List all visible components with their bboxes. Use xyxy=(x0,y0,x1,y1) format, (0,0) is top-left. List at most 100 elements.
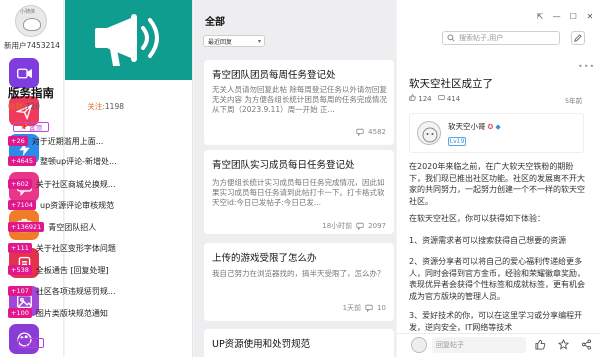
view-icon xyxy=(437,95,445,100)
view-count-wrap: 414 xyxy=(437,94,461,103)
list-item-label: 关于社区变形字体问题 xyxy=(35,243,116,253)
avatar-face-icon xyxy=(23,18,41,31)
category-stats: 帖数:720 关注:1198 xyxy=(8,101,126,112)
close-icon[interactable]: ✕ xyxy=(584,12,596,24)
post-meta: 1天前 10 xyxy=(343,303,386,313)
list-item-label: 社区各项违规惩罚规... xyxy=(35,286,116,296)
list-item-label: up资源评论审核规范 xyxy=(40,200,115,210)
comment-count: 4582 xyxy=(368,128,386,136)
post-meta: 4582 xyxy=(356,128,386,136)
follow-value: 1198 xyxy=(104,102,124,111)
list-item[interactable]: +7104 up资源评论审核规范 xyxy=(8,198,128,212)
post-meta: 18小时前 2097 xyxy=(322,221,386,231)
pin-window-icon[interactable]: ⇱ xyxy=(534,12,546,24)
post-excerpt: 无关人员请勿回复此帖 除每周登记任务以外请勿回复无关内容 为方便各组长统计团员每… xyxy=(212,85,387,114)
edit-icon xyxy=(574,34,582,42)
like-count-wrap[interactable]: 124 xyxy=(409,94,432,103)
comment-icon xyxy=(356,128,364,136)
post-paragraph: 在软天空社区，你可以获得如下体验： xyxy=(409,214,545,223)
list-item-label: 关于社区商城兑换规... xyxy=(35,179,116,189)
list-item[interactable]: +100 图片类版块规范通知 xyxy=(8,306,128,320)
post-title: 上传的游戏受限了怎么办 xyxy=(212,253,317,264)
post-card[interactable]: UP资源使用和处罚规范 xyxy=(204,329,394,357)
author-avatar[interactable] xyxy=(417,121,441,145)
post-excerpt: 我自己努力在浏览器找的，搞半天受限了，怎么办？ xyxy=(212,269,385,278)
comment-icon xyxy=(356,222,364,230)
post-card[interactable]: 青空团队团员每周任务登记处 无关人员请勿回复此帖 除每周登记任务以外请勿回复无关… xyxy=(204,60,394,145)
list-item[interactable]: +26 对于近期滥用上面... xyxy=(8,134,128,148)
minimize-icon[interactable]: — xyxy=(551,12,563,24)
search-input[interactable]: 搜索帖子,用户 xyxy=(442,31,560,45)
post-title: 青空团队实习成员每日任务登记处 xyxy=(212,160,355,171)
post-paragraph: 1、资源需求者可以搜索获得自己想要的资源 xyxy=(409,236,567,245)
list-item[interactable]: +136921 青空团队招人 xyxy=(8,220,128,234)
list-item[interactable]: +107 社区各项违规惩罚规... xyxy=(8,284,128,298)
search-icon xyxy=(447,34,455,42)
megaphone-banner xyxy=(65,0,192,80)
author-level: Lv19 xyxy=(448,137,466,146)
list-item-label: 对于近期滥用上面... xyxy=(31,136,104,146)
pin-icon: 📌 xyxy=(19,123,29,131)
chevron-down-icon: ▾ xyxy=(257,38,261,45)
post-detail-title: 软天空社区成立了 xyxy=(409,78,493,90)
video-camera-icon[interactable] xyxy=(9,58,39,88)
posts-value: 720 xyxy=(25,102,40,111)
reply-avatar xyxy=(411,337,427,353)
post-list-title: 全部 xyxy=(205,17,225,28)
badge: +111 xyxy=(8,243,32,253)
vip-badge-icon: ◆ xyxy=(495,122,501,131)
username: 新用户7453214 xyxy=(4,41,60,50)
post-card[interactable]: 青空团队实习成员每日任务登记处 为方便组长统计实习成员每日任务完成情况，因此如果… xyxy=(204,150,394,234)
post-paragraph: 2、资源分享者可以将自己的爱心福利传递给更多人，同时会得到官方金币，经验和荣耀徽… xyxy=(409,257,585,301)
category-toggle[interactable]: 分类 xyxy=(18,338,44,348)
post-excerpt: 为方便组长统计实习成员每日任务完成情况，因此如果实习成员每日任务请到此帖打卡一下… xyxy=(212,178,385,207)
post-card[interactable]: 上传的游戏受限了怎么办 我自己努力在浏览器找的，搞半天受限了，怎么办？ 1天前 … xyxy=(204,243,394,321)
author-name[interactable]: 软天空小哥 xyxy=(448,121,486,132)
window-controls: ⇱ — ☐ ✕ xyxy=(534,12,596,24)
reply-input[interactable]: 回复帖子 xyxy=(432,337,526,353)
badge: +100 xyxy=(8,308,32,318)
badge: +602 xyxy=(8,179,32,189)
pinned-toggle[interactable]: 📌 置顶 xyxy=(13,122,49,132)
view-count: 414 xyxy=(446,95,461,103)
reply-actions xyxy=(535,339,592,350)
badge: +136921 xyxy=(8,222,45,232)
list-item-label: 图片类版块规范通知 xyxy=(35,308,108,318)
badge: +4645 xyxy=(8,156,36,166)
badge: +26 xyxy=(8,136,28,146)
avatar-face-icon xyxy=(422,127,438,143)
follow-label: 关注: xyxy=(87,102,105,111)
new-post-button[interactable] xyxy=(571,31,585,45)
badge: +538 xyxy=(8,265,32,275)
maximize-icon[interactable]: ☐ xyxy=(567,12,579,24)
sort-dropdown[interactable]: 最近回复 ▾ xyxy=(203,35,265,47)
post-paragraph: 在2020年来临之前，在广大软天空铁粉的期盼下，我们现已推出社区功能。社区的发展… xyxy=(409,162,585,206)
badge: +7104 xyxy=(8,200,36,210)
thumbs-up-icon xyxy=(409,94,416,101)
post-time: 5年前 xyxy=(565,97,583,105)
like-icon[interactable] xyxy=(535,339,546,350)
list-item[interactable]: +4645 整顿up评论-新增处... xyxy=(8,154,128,168)
list-item[interactable]: +538 全板通告 [回复处理] xyxy=(8,263,128,277)
comment-count: 2097 xyxy=(368,222,386,230)
star-icon[interactable] xyxy=(558,339,569,350)
list-item[interactable]: +602 关于社区商城兑换规... xyxy=(8,177,128,191)
more-options-icon[interactable]: ••• xyxy=(578,62,595,71)
posts-label: 帖数: xyxy=(8,102,26,111)
post-detail-meta: 124 414 xyxy=(409,94,460,103)
share-icon[interactable] xyxy=(581,339,592,350)
comment-icon xyxy=(365,304,373,312)
category-title: 版务指南 xyxy=(8,86,54,100)
badge: +107 xyxy=(8,286,32,296)
post-paragraph: 3、爱好技术的你，可以在这里学习或分享编程开发，逆向安全，IT网络等技术 xyxy=(409,311,583,332)
like-count: 124 xyxy=(418,95,432,103)
verified-badge-icon: ✪ xyxy=(487,122,494,131)
user-avatar[interactable]: 小骑侠 xyxy=(15,5,47,37)
post-title: 青空团队团员每周任务登记处 xyxy=(212,70,336,81)
post-title: UP资源使用和处罚规范 xyxy=(212,339,311,350)
list-item-label: 全板通告 [回复处理] xyxy=(35,265,109,275)
list-item[interactable]: +111 关于社区变形字体问题 xyxy=(8,241,128,255)
post-time: 1天前 xyxy=(342,304,362,312)
list-item-label: 整顿up评论-新增处... xyxy=(40,156,117,166)
comment-count: 10 xyxy=(377,304,386,312)
